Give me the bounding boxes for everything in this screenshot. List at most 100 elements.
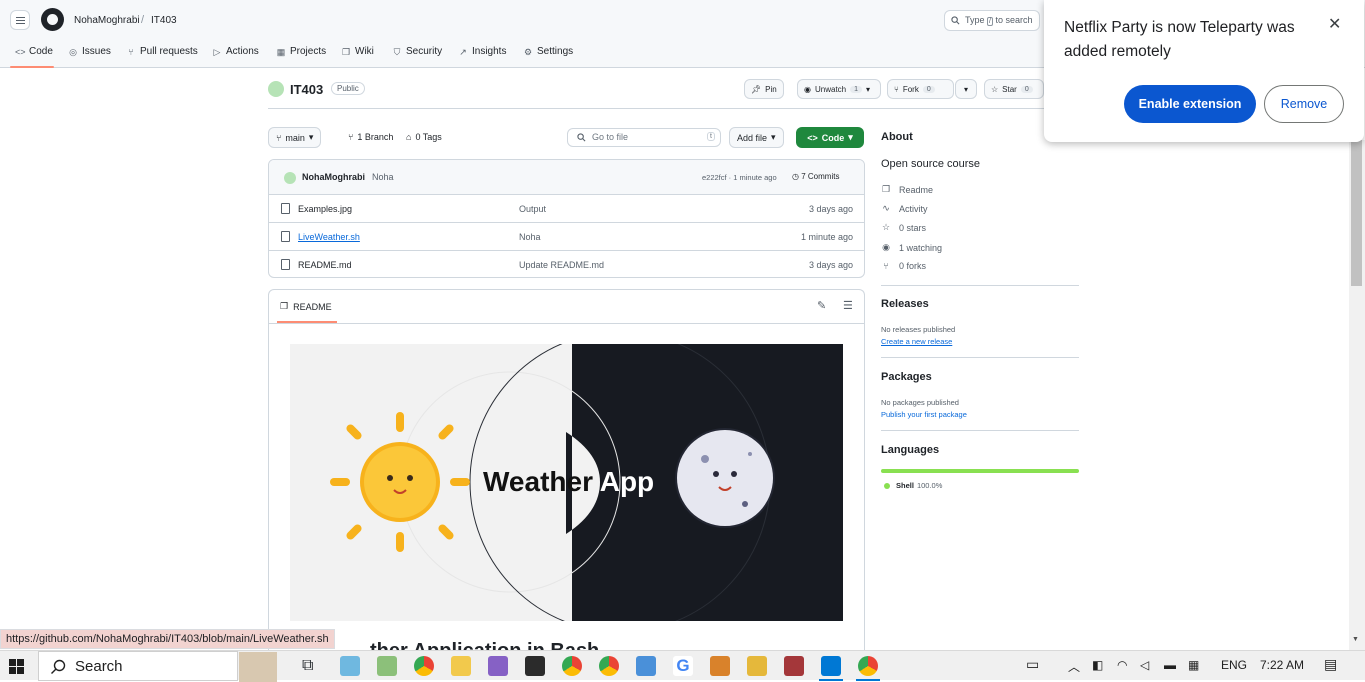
- sidebar-item-readme[interactable]: ❐ Readme: [881, 184, 933, 195]
- taskbar-search-input[interactable]: Search: [38, 651, 277, 682]
- visual-studio-icon[interactable]: [488, 656, 508, 676]
- breadcrumb-repo[interactable]: IT403: [151, 15, 177, 26]
- fork-dropdown-button[interactable]: ▾: [955, 79, 977, 99]
- chrome-icon[interactable]: [414, 656, 434, 676]
- tab-label: Projects: [290, 46, 327, 57]
- language-indicator[interactable]: ENG: [1221, 658, 1247, 672]
- branch-icon: ⑂: [348, 132, 354, 142]
- github-logo-icon[interactable]: [41, 8, 64, 31]
- battery-icon[interactable]: ▬: [1164, 658, 1176, 672]
- enable-extension-button[interactable]: Enable extension: [1124, 85, 1256, 123]
- windows-start-icon[interactable]: [9, 659, 24, 674]
- app-icon[interactable]: [710, 656, 730, 676]
- fork-button[interactable]: ⑂ Fork 0: [887, 79, 954, 99]
- avatar[interactable]: [284, 172, 296, 184]
- branches-link[interactable]: ⑂ 1 Branch: [348, 132, 393, 142]
- windows-taskbar: Search ⧉ G ▭ ︿ ◧ ◠ ◁ ▬ ▦ ENG 7:22 AM ▤: [0, 650, 1365, 682]
- tab-insights[interactable]: ↗ Insights: [458, 46, 506, 57]
- app-icon[interactable]: [747, 656, 767, 676]
- commits-link[interactable]: ◷ 7 Commits: [792, 172, 839, 181]
- edit-icon[interactable]: ✎: [817, 299, 826, 312]
- go-to-file-input[interactable]: Go to file t: [567, 128, 721, 147]
- chevron-up-icon[interactable]: ︿: [1068, 658, 1080, 675]
- file-name[interactable]: Examples.jpg: [298, 204, 352, 214]
- tab-issues[interactable]: ◎ Issues: [68, 46, 111, 57]
- sidebar-item-activity[interactable]: ∿ Activity: [881, 203, 927, 214]
- add-file-button[interactable]: Add file ▾: [729, 127, 784, 148]
- file-commit-message[interactable]: Update README.md: [519, 260, 604, 270]
- vscode-icon[interactable]: [821, 656, 841, 676]
- file-name[interactable]: README.md: [298, 260, 352, 270]
- file-commit-message[interactable]: Noha: [519, 232, 541, 242]
- unwatch-count: 1: [850, 85, 863, 93]
- scrollbar-thumb[interactable]: [1351, 140, 1362, 286]
- snipping-tool-icon[interactable]: [340, 656, 360, 676]
- file-name[interactable]: LiveWeather.sh: [298, 232, 360, 242]
- sidebar-item-forks[interactable]: ⑂ 0 forks: [881, 261, 926, 271]
- google-icon[interactable]: G: [673, 656, 693, 676]
- breadcrumb-owner[interactable]: NohaMoghrabi: [74, 15, 140, 26]
- access-icon[interactable]: [784, 656, 804, 676]
- commit-author[interactable]: NohaMoghrabi: [302, 172, 365, 182]
- search-shortcut-key: /: [987, 17, 993, 26]
- file-explorer-icon[interactable]: [451, 656, 471, 676]
- table-icon: ▦: [276, 46, 286, 57]
- table-row[interactable]: LiveWeather.sh Noha 1 minute ago: [269, 222, 864, 250]
- fork-label: Fork: [902, 84, 919, 94]
- pin-button[interactable]: 📌︎ Pin: [744, 79, 784, 99]
- chrome-icon[interactable]: [599, 656, 619, 676]
- close-icon[interactable]: ✕: [1328, 14, 1341, 34]
- tab-readme[interactable]: ❐ README: [280, 301, 332, 312]
- commit-hash-time[interactable]: e222fcf · 1 minute ago: [702, 173, 777, 182]
- sidebar-item-stars[interactable]: ☆ 0 stars: [881, 222, 926, 233]
- packages-empty-text: No packages published: [881, 398, 959, 407]
- search-input[interactable]: Type / to search: [944, 10, 1040, 31]
- create-release-link[interactable]: Create a new release: [881, 337, 952, 346]
- table-row[interactable]: README.md Update README.md 3 days ago: [269, 250, 864, 277]
- tab-security[interactable]: ⛉ Security: [392, 46, 443, 57]
- tags-link[interactable]: ⌂ 0 Tags: [406, 132, 442, 142]
- branch-select-button[interactable]: ⑂ main ▾: [268, 127, 322, 148]
- releases-heading[interactable]: Releases: [881, 298, 929, 310]
- tab-code[interactable]: <> Code: [15, 46, 53, 57]
- packages-heading[interactable]: Packages: [881, 371, 932, 383]
- input-icon[interactable]: ▦: [1188, 658, 1199, 672]
- app-icon[interactable]: [377, 656, 397, 676]
- task-view-icon[interactable]: ⧉: [302, 656, 322, 676]
- banner-word-app: App: [599, 466, 655, 497]
- volume-icon[interactable]: ◁: [1140, 658, 1149, 672]
- keyboard-icon[interactable]: ▭: [1026, 656, 1039, 673]
- tab-pull-requests[interactable]: ⑂ Pull requests: [126, 46, 198, 57]
- remove-button[interactable]: Remove: [1264, 85, 1344, 123]
- notifications-icon[interactable]: ▤: [1324, 656, 1337, 673]
- webcam-icon[interactable]: ◧: [1092, 658, 1103, 672]
- active-tab-indicator: [277, 321, 337, 323]
- star-button[interactable]: ☆ Star 0: [984, 79, 1044, 99]
- file-commit-message[interactable]: Output: [519, 204, 546, 214]
- tab-actions[interactable]: ▷ Actions: [212, 46, 259, 57]
- scroll-down-icon[interactable]: ▼: [1352, 636, 1359, 643]
- tab-wiki[interactable]: ❐ Wiki: [341, 46, 374, 57]
- unwatch-button[interactable]: ◉ Unwatch 1 ▾: [797, 79, 881, 99]
- sidebar-item-watching[interactable]: ◉ 1 watching: [881, 242, 942, 253]
- commit-message[interactable]: Noha: [372, 172, 394, 182]
- table-row[interactable]: Examples.jpg Output 3 days ago: [269, 195, 864, 223]
- chrome-icon[interactable]: [562, 656, 582, 676]
- publish-package-link[interactable]: Publish your first package: [881, 410, 967, 419]
- wifi-icon[interactable]: ◠: [1117, 658, 1127, 672]
- chrome-icon[interactable]: [858, 656, 878, 676]
- avatar[interactable]: [268, 81, 284, 97]
- unwatch-label: Unwatch: [814, 84, 847, 94]
- page-title[interactable]: IT403: [290, 82, 323, 97]
- sticky-notes-icon[interactable]: [525, 656, 545, 676]
- tab-projects[interactable]: ▦ Projects: [276, 46, 326, 57]
- code-label: Code: [821, 132, 845, 143]
- language-item-shell[interactable]: Shell 100.0%: [884, 481, 942, 490]
- menu-icon[interactable]: [10, 10, 30, 30]
- tab-settings[interactable]: ⚙ Settings: [523, 46, 573, 57]
- code-button[interactable]: <> Code ▾: [796, 127, 864, 148]
- clock[interactable]: 7:22 AM: [1260, 658, 1304, 672]
- network-app-icon[interactable]: [636, 656, 656, 676]
- outline-list-icon[interactable]: ☰: [843, 299, 853, 312]
- divider: [881, 285, 1079, 286]
